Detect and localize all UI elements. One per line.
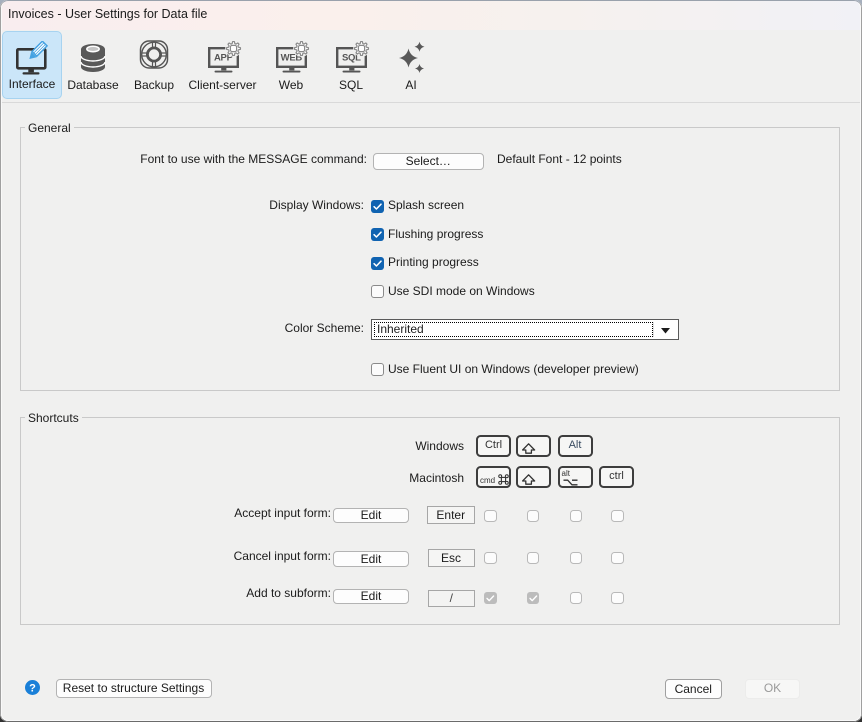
svg-text:?: ? [29,683,36,695]
